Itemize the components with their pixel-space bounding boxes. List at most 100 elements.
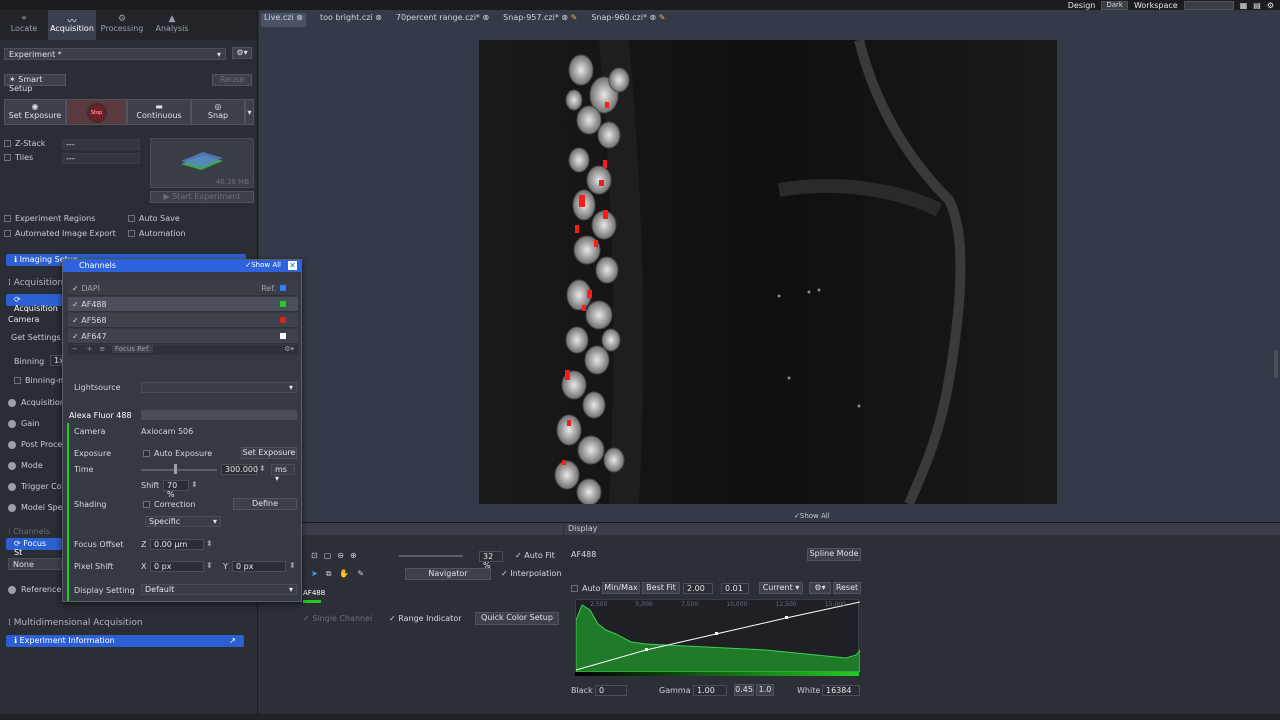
y-field[interactable]: 0 px <box>232 561 286 572</box>
auto-exposure-option[interactable]: Auto Exposure <box>143 449 212 458</box>
current-select[interactable]: Current ▾ <box>759 582 803 594</box>
channel-row-af647[interactable]: ✓ AF647 <box>68 329 298 344</box>
microscope-image[interactable] <box>479 40 1057 504</box>
time-slider[interactable] <box>141 469 217 471</box>
channel-color-swatch[interactable] <box>280 285 286 291</box>
experiment-select[interactable]: Experiment * ▾ <box>4 48 226 60</box>
navigator-button[interactable]: Navigator <box>405 568 491 580</box>
channel-color-swatch[interactable] <box>280 333 286 339</box>
close-icon[interactable]: ⊗ <box>561 13 568 22</box>
display-setting-select[interactable]: Default ▾ <box>141 584 297 595</box>
post-processing-group[interactable]: Post Proces <box>8 440 66 449</box>
focus-strategy-bar[interactable]: ⟳ Focus St <box>6 538 62 557</box>
automated-export-checkbox[interactable] <box>4 230 11 237</box>
acquisition-group[interactable]: Acquisition <box>8 398 65 407</box>
y-spinner[interactable]: ⬍ <box>289 561 296 570</box>
auto-save-option[interactable]: Auto Save <box>128 214 180 223</box>
experiment-regions-option[interactable]: Experiment Regions <box>4 214 95 223</box>
channel-tag[interactable]: AF488 <box>303 589 325 599</box>
x-spinner[interactable]: ⬍ <box>206 561 213 570</box>
tab-acquisition[interactable]: 〰 Acquisition <box>48 10 96 40</box>
bestfit-high-field[interactable]: 0.01 <box>721 583 749 594</box>
shift-spinner[interactable]: ⬍ <box>191 480 198 489</box>
crop-icon[interactable]: ⧉ <box>326 569 332 579</box>
channel-row-af488[interactable]: ✓ AF488 <box>68 297 298 312</box>
quick-color-button[interactable]: Quick Color Setup <box>475 612 559 625</box>
minmax-button[interactable]: Min/Max <box>602 582 640 594</box>
experiment-options-button[interactable]: ⚙▾ <box>232 47 252 59</box>
time-spinner[interactable]: ⬍ <box>259 464 266 473</box>
binning-select[interactable]: 1x <box>50 355 64 366</box>
close-icon[interactable]: ⊗ <box>375 13 382 22</box>
show-all-toggle[interactable]: ✓Show All <box>245 261 281 269</box>
time-slider-thumb[interactable] <box>174 464 177 474</box>
channels-section-header[interactable]: ⁞ Channels <box>8 527 50 536</box>
close-icon[interactable]: ⊗ <box>650 13 657 22</box>
zoom-slider[interactable] <box>399 555 463 557</box>
show-all-toggle[interactable]: ✓Show All <box>794 512 830 520</box>
tab-live[interactable]: Live.czi ⊗ <box>261 13 306 27</box>
channel-row-dapi[interactable]: ✓ DAPI Ref. <box>68 281 298 296</box>
auto-save-checkbox[interactable] <box>128 215 135 222</box>
tab-analysis[interactable]: ▲ Analysis <box>148 10 196 40</box>
gear-icon[interactable]: ⚙ <box>1267 1 1274 10</box>
tab-70percent[interactable]: 70percent range.czi* ⊗ <box>396 13 489 27</box>
auto-toggle[interactable]: Auto <box>571 584 601 593</box>
gear-icon[interactable]: ⚙▾ <box>284 345 298 353</box>
zoom-out-icon[interactable]: ⊖ <box>337 551 344 560</box>
model-spec-group[interactable]: Model Spec <box>8 503 67 512</box>
check-icon[interactable]: ✓ <box>72 284 79 293</box>
snap-button[interactable]: ◎ Snap <box>191 99 245 125</box>
interpolation-toggle[interactable]: ✓ Interpolation <box>501 569 561 578</box>
zstack-option[interactable]: Z-Stack <box>4 139 45 148</box>
add-icon[interactable]: + <box>87 345 93 353</box>
acquisition-section-header[interactable]: ⁞ Acquisition <box>8 278 63 288</box>
display-options-button[interactable]: ⚙▾ <box>809 582 831 594</box>
shading-mode-select[interactable]: Specific ▾ <box>145 516 221 527</box>
tab-processing[interactable]: ⚙ Processing <box>96 10 148 40</box>
tab-too-bright[interactable]: too bright.czi ⊗ <box>320 13 382 27</box>
display-tab[interactable]: Display <box>564 523 1280 535</box>
fit-icon[interactable]: ⊡ <box>311 551 318 560</box>
channel-row-af568[interactable]: ✓ AF568 <box>68 313 298 328</box>
close-icon[interactable]: ✕ <box>288 261 297 270</box>
focus-strategy-select[interactable]: None <box>8 558 62 570</box>
set-exposure-popup-button[interactable]: Set Exposure <box>241 447 297 459</box>
binning-mode-checkbox[interactable] <box>14 377 21 384</box>
experiment-info-bar[interactable]: ℹ Experiment Information ↗ <box>6 635 244 647</box>
correction-checkbox[interactable] <box>143 501 150 508</box>
range-indicator-toggle[interactable]: ✓ Range Indicator <box>389 614 462 623</box>
tab-locate[interactable]: ⌖ Locate <box>0 10 48 40</box>
layout-icon[interactable]: ▦ <box>1240 1 1248 10</box>
gamma-field[interactable]: 1.00 <box>693 685 727 696</box>
channel-color-swatch[interactable] <box>280 317 286 323</box>
gamma-1-button[interactable]: 1.0 <box>756 684 774 696</box>
gamma-045-button[interactable]: 0.45 <box>734 684 754 696</box>
experiment-regions-checkbox[interactable] <box>4 215 11 222</box>
start-experiment-button[interactable]: ▶ Start Experiment <box>150 191 254 203</box>
mode-group[interactable]: Mode <box>8 461 43 470</box>
stop-button[interactable]: Stop <box>66 99 127 125</box>
acquisition-mode-bar[interactable]: ⟳ Acquisition <box>6 294 62 313</box>
design-select[interactable]: Dark <box>1101 0 1128 10</box>
remove-icon[interactable]: − <box>72 345 78 353</box>
black-field[interactable]: 0 <box>595 685 627 696</box>
snap-dropdown-button[interactable]: ▾ <box>245 99 254 125</box>
close-icon[interactable]: ⊗ <box>482 13 489 22</box>
time-unit-select[interactable]: ms ▾ <box>271 464 295 483</box>
white-field[interactable]: 16384 <box>822 685 860 696</box>
check-icon[interactable]: ✓ <box>72 300 79 309</box>
gain-group[interactable]: Gain <box>8 419 39 428</box>
grid-icon[interactable]: ▤ <box>1253 1 1261 10</box>
multidim-section-header[interactable]: ⁞ Multidimensional Acquisition <box>8 618 143 628</box>
tab-snap-957[interactable]: Snap-957.czi* ⊗ ✎ <box>503 13 577 27</box>
correction-option[interactable]: Correction <box>143 500 195 509</box>
auto-exposure-checkbox[interactable] <box>143 450 150 457</box>
workspace-select[interactable] <box>1183 0 1234 10</box>
spline-mode-button[interactable]: Spline Mode <box>807 548 861 561</box>
check-icon[interactable]: ✓ <box>72 316 79 325</box>
hand-icon[interactable]: ✋ <box>339 569 349 579</box>
define-button[interactable]: Define <box>233 498 297 510</box>
automated-export-option[interactable]: Automated Image Export <box>4 229 116 238</box>
auto-fit-toggle[interactable]: ✓ Auto Fit <box>515 551 555 560</box>
